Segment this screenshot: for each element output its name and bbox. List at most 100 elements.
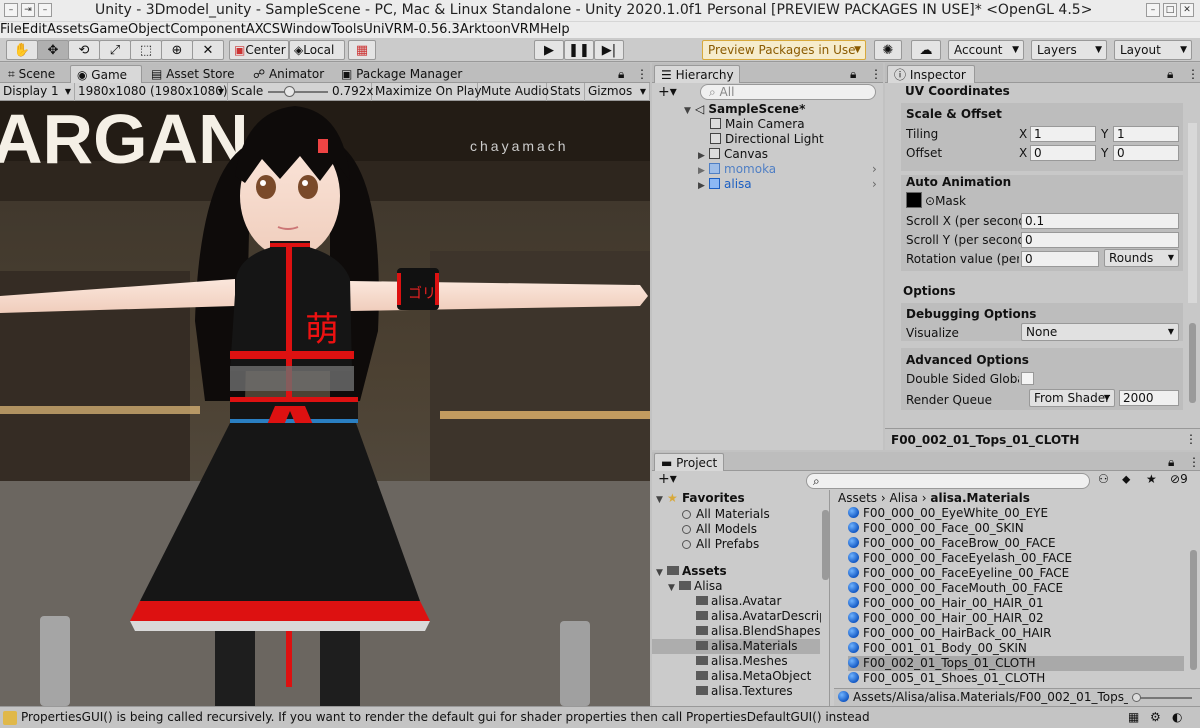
snap-button[interactable]: ▦ — [348, 40, 376, 60]
progress-icon[interactable]: ▦ — [1128, 707, 1139, 728]
inspector-scrollbar-track[interactable] — [1188, 123, 1197, 403]
folder-alisa-meshes[interactable]: alisa.Meshes — [696, 654, 788, 669]
menu-univrm[interactable]: UniVRM-0.56.3 — [363, 22, 460, 37]
material-item[interactable]: F00_000_00_Face_00_SKIN — [848, 521, 1184, 536]
gizmos-dropdown[interactable]: Gizmos ▼ — [585, 83, 650, 101]
tab-inspector[interactable]: ⓘ Inspector — [887, 65, 975, 83]
hand-tool-button[interactable]: ✋ — [6, 40, 38, 60]
maximize-on-play-toggle[interactable]: Maximize On Play — [372, 83, 482, 101]
more-options-icon[interactable]: ⋮ — [1185, 432, 1197, 446]
menu-component[interactable]: Component — [170, 22, 245, 37]
menu-tools[interactable]: Tools — [331, 22, 363, 37]
rotate-tool-button[interactable]: ⟲ — [68, 40, 100, 60]
folder-alisa-metaobject[interactable]: alisa.MetaObject — [696, 669, 811, 684]
pivot-local-button[interactable]: ◈Local — [289, 40, 345, 60]
favorite-all-models[interactable]: All Models — [682, 522, 757, 537]
account-dropdown[interactable]: Account ▼ — [948, 40, 1024, 60]
game-view[interactable]: ARGAN chayamach ゴリ 萌 — [0, 101, 650, 706]
rotation-field[interactable]: 0 — [1021, 251, 1099, 267]
maximize-button[interactable]: □ — [1163, 3, 1177, 17]
offset-y-field[interactable]: 0 — [1113, 145, 1179, 161]
menu-gameobject[interactable]: GameObject — [89, 22, 170, 37]
visualize-dropdown[interactable]: None ▼ — [1021, 323, 1179, 341]
menu-axcs[interactable]: AXCS — [246, 22, 280, 37]
window-pin-button[interactable]: ⇥ — [21, 3, 35, 17]
material-item[interactable]: F00_005_01_Shoes_01_CLOTH — [848, 671, 1184, 686]
offset-x-field[interactable]: 0 — [1030, 145, 1096, 161]
preview-packages-button[interactable]: Preview Packages in Use ▼ — [702, 40, 866, 60]
hierarchy-item-samplescene[interactable]: ▼ ◁ SampleScene* — [684, 102, 805, 117]
create-add-button[interactable]: +▾ — [658, 84, 677, 100]
tab-animator[interactable]: ☍ Animator — [247, 65, 332, 83]
folder-alisa[interactable]: ▼ Alisa — [668, 579, 722, 594]
menu-vrm[interactable]: VRM — [511, 22, 540, 37]
debug-icon[interactable]: ⚙ — [1150, 707, 1161, 728]
menu-window[interactable]: Window — [280, 22, 331, 37]
more-options-icon[interactable]: ⋮ — [1188, 453, 1200, 471]
material-item[interactable]: F00_000_00_FaceEyelash_00_FACE — [848, 551, 1184, 566]
create-asset-button[interactable]: +▾ — [658, 471, 677, 487]
custom-tool-button[interactable]: ✕ — [192, 40, 224, 60]
icon-size-slider-handle[interactable] — [1132, 693, 1141, 702]
auto-generate-icon[interactable]: ◐ — [1172, 707, 1182, 728]
collab-button[interactable]: ✺ — [874, 40, 902, 60]
object-picker-icon[interactable]: ⊙ — [925, 194, 935, 208]
scale-tool-button[interactable]: ⤢ — [99, 40, 131, 60]
hierarchy-search-input[interactable]: ⌕ All — [700, 84, 876, 100]
render-queue-field[interactable]: 2000 — [1119, 390, 1179, 406]
window-menu-button[interactable]: – — [4, 3, 18, 17]
scroll-x-field[interactable]: 0.1 — [1021, 213, 1179, 229]
asset-scrollbar-thumb[interactable] — [1190, 550, 1197, 670]
material-item[interactable]: F00_000_00_Hair_00_HAIR_02 — [848, 611, 1184, 626]
tab-asset-store[interactable]: ▤ Asset Store — [145, 65, 245, 83]
search-by-type-icon[interactable]: ⚇ — [1098, 472, 1109, 486]
chevron-right-icon[interactable]: › — [872, 162, 877, 176]
material-item[interactable]: F00_000_00_FaceBrow_00_FACE — [848, 536, 1184, 551]
hierarchy-item-alisa[interactable]: ▶ alisa — [698, 177, 752, 192]
lock-icon[interactable]: 🔒︎ — [1168, 453, 1174, 471]
menu-file[interactable]: File — [0, 22, 22, 37]
resolution-dropdown[interactable]: 1980x1080 (1980x1080) ▼ — [75, 83, 228, 101]
material-item[interactable]: F00_000_00_FaceEyeline_00_FACE — [848, 566, 1184, 581]
folder-alisa-avatardescription[interactable]: alisa.AvatarDescripti — [696, 609, 821, 624]
tab-project[interactable]: ▬ Project — [654, 453, 724, 471]
pause-button[interactable]: ❚❚ — [564, 40, 594, 60]
material-item[interactable]: F00_000_00_FaceMouth_00_FACE — [848, 581, 1184, 596]
breadcrumb-item[interactable]: alisa.Materials — [930, 491, 1029, 505]
tiling-y-field[interactable]: 1 — [1113, 126, 1179, 142]
tab-hierarchy[interactable]: ☰ Hierarchy — [654, 65, 740, 83]
assets-root[interactable]: ▼ Assets — [656, 564, 727, 579]
move-tool-button[interactable]: ✥ — [37, 40, 69, 60]
hierarchy-item-momoka[interactable]: ▶ momoka — [698, 162, 776, 177]
double-sided-checkbox[interactable] — [1021, 372, 1034, 385]
transform-tool-button[interactable]: ⊕ — [161, 40, 193, 60]
breadcrumb-item[interactable]: Alisa — [890, 491, 918, 505]
step-button[interactable]: ▶| — [594, 40, 624, 60]
render-queue-mode-dropdown[interactable]: From Shader ▼ — [1029, 389, 1115, 407]
tab-scene[interactable]: ⌗ Scene — [2, 65, 70, 83]
tiling-x-field[interactable]: 1 — [1030, 126, 1096, 142]
scale-slider-track[interactable] — [268, 86, 328, 97]
favorites-header[interactable]: ▼ ★ Favorites — [656, 491, 745, 506]
material-item[interactable]: F00_001_01_Body_00_SKIN — [848, 641, 1184, 656]
breadcrumb-item[interactable]: Assets — [838, 491, 877, 505]
favorite-star-icon[interactable]: ★ — [1146, 472, 1157, 486]
hierarchy-item-main-camera[interactable]: Main Camera — [710, 117, 805, 132]
stats-toggle[interactable]: Stats — [547, 83, 585, 101]
status-bar[interactable]: PropertiesGUI() is being called recursiv… — [0, 706, 1200, 728]
more-options-icon[interactable]: ⋮ — [636, 65, 648, 83]
rect-tool-button[interactable]: ⬚ — [130, 40, 162, 60]
layout-dropdown[interactable]: Layout ▼ — [1114, 40, 1192, 60]
more-options-icon[interactable]: ⋮ — [1187, 65, 1199, 83]
lock-icon[interactable]: 🔒︎ — [618, 65, 632, 83]
folder-alisa-avatar[interactable]: alisa.Avatar — [696, 594, 781, 609]
project-search-input[interactable]: ⌕ — [806, 473, 1090, 489]
menu-edit[interactable]: Edit — [22, 22, 47, 37]
layers-dropdown[interactable]: Layers ▼ — [1031, 40, 1107, 60]
material-preview-bar[interactable]: F00_002_01_Tops_01_CLOTH ⋮ — [885, 428, 1200, 450]
favorite-all-prefabs[interactable]: All Prefabs — [682, 537, 759, 552]
scale-slider-handle[interactable] — [284, 86, 295, 97]
play-button[interactable]: ▶ — [534, 40, 564, 60]
display-dropdown[interactable]: Display 1 ▼ — [0, 83, 75, 101]
close-button[interactable]: ✕ — [1180, 3, 1194, 17]
